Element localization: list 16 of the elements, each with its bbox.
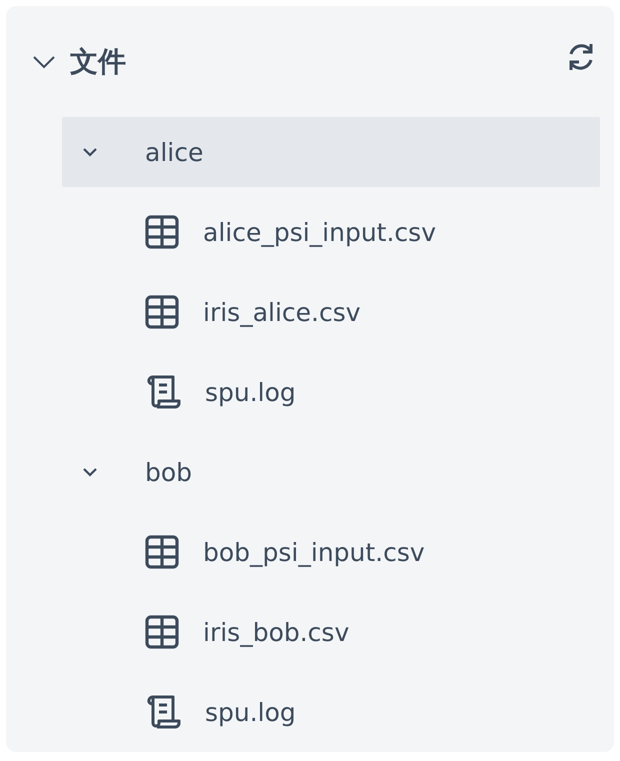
table-icon [145,615,179,649]
folder-row[interactable]: bob [62,437,600,507]
table-icon [145,535,179,569]
file-item[interactable]: iris_alice.csv [62,277,600,347]
scroll-icon [145,375,181,409]
file-item[interactable]: spu.log [62,357,600,427]
table-icon [145,295,179,329]
section-toggle[interactable]: 文件 [32,42,126,80]
table-icon [145,215,179,249]
file-item[interactable]: bob_psi_input.csv [62,517,600,587]
scroll-icon [145,695,181,729]
file-item[interactable]: alice_psi_input.csv [62,197,600,267]
file-item[interactable]: spu.log [62,677,600,747]
file-item[interactable]: iris_bob.csv [62,597,600,667]
chevron-down-icon [32,54,56,68]
folder-row[interactable]: alice [62,117,600,187]
